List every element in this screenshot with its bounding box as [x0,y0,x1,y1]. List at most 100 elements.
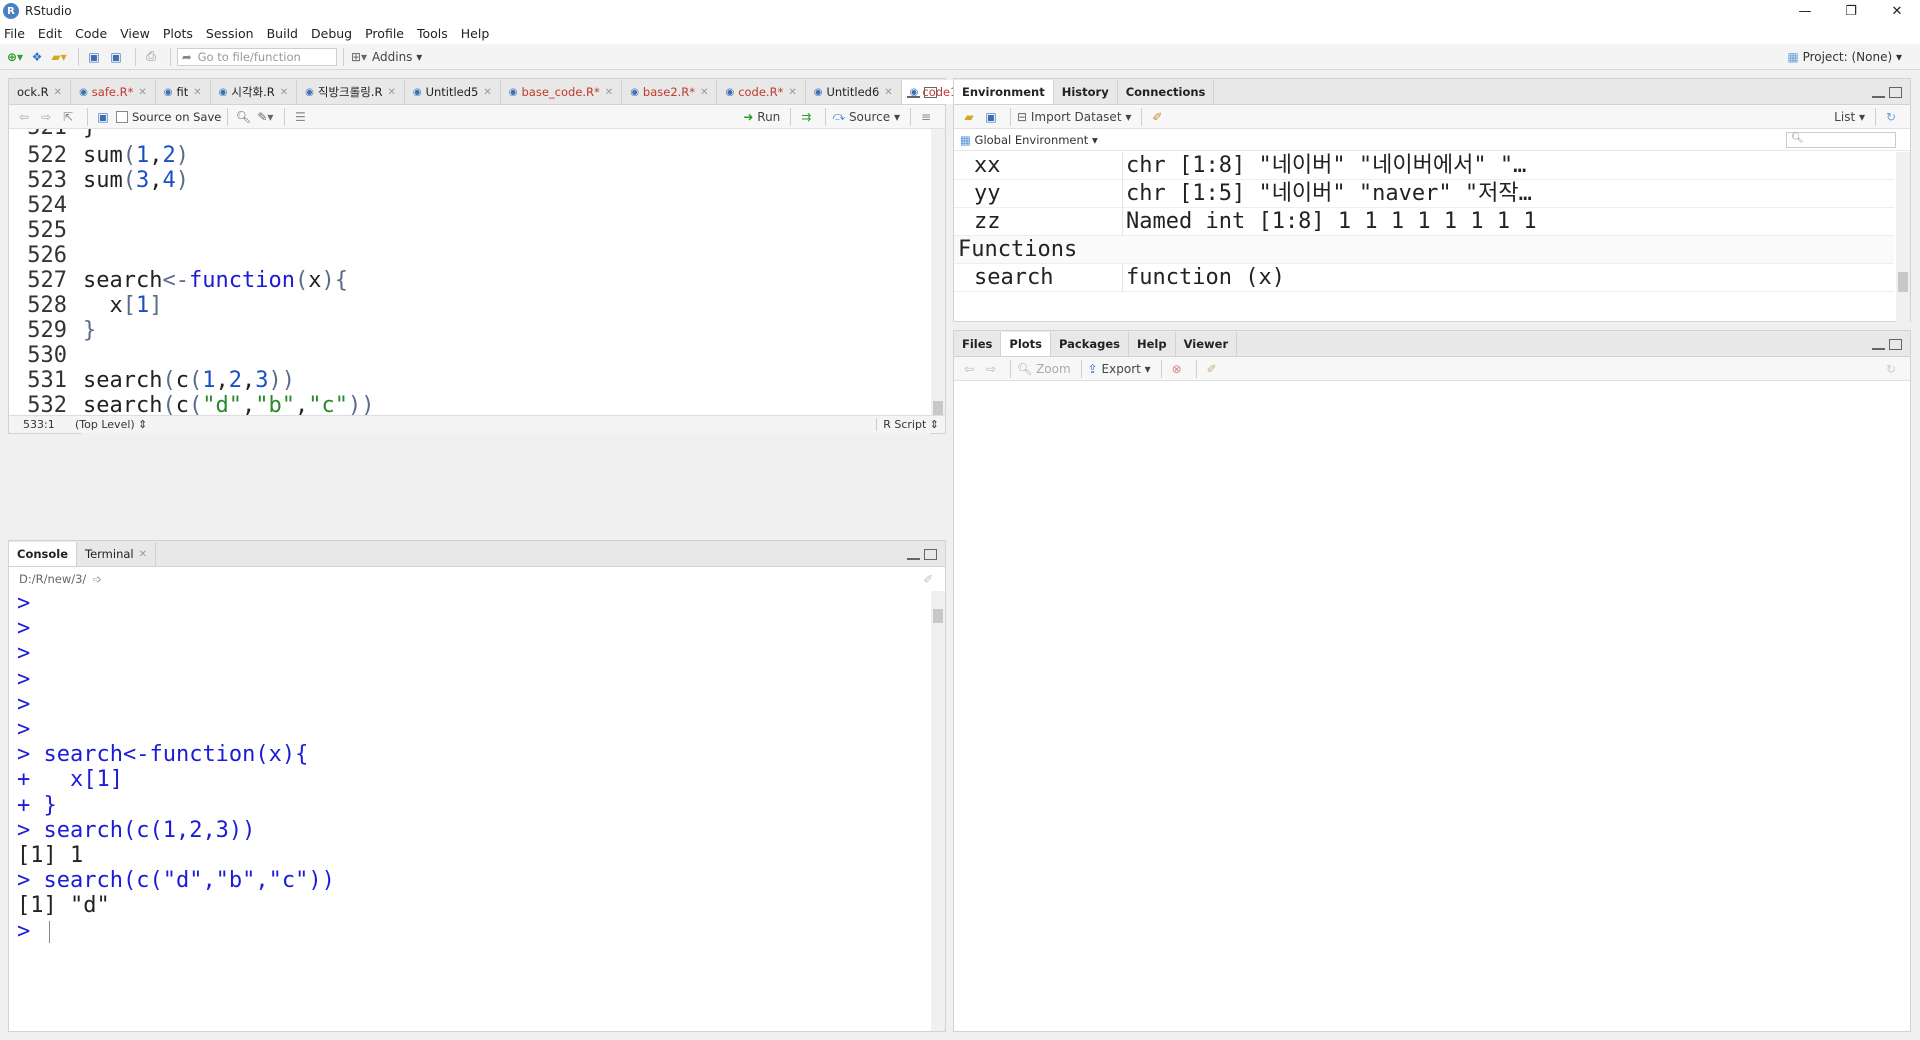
previous-plot-icon[interactable]: ⇦ [960,359,978,379]
save-icon[interactable]: ▣ [94,107,112,127]
minimize-pane-icon[interactable] [907,94,920,98]
export-button[interactable]: ⇪ Export ▾ [1088,359,1151,379]
editor-tab[interactable]: ock.R ✕ [9,80,72,104]
search-icon[interactable]: 🔍︎ [234,107,252,127]
close-icon[interactable]: ✕ [387,87,395,98]
addins-menu[interactable]: Addins ▾ [372,47,422,67]
refresh-icon[interactable]: ↻ [1882,359,1900,379]
forward-icon[interactable]: ⇨ [37,107,55,127]
menu-debug[interactable]: Debug [311,26,352,41]
code-tools-icon[interactable]: ✎▾ [256,107,274,127]
close-icon[interactable]: ✕ [605,87,613,98]
environment-function-row[interactable]: search function (x) [954,264,1894,292]
document-outline-icon[interactable]: ☰ [291,107,309,127]
tab-terminal[interactable]: Terminal ✕ [77,542,157,566]
clear-plots-icon[interactable]: ✐ [1203,359,1221,379]
save-icon[interactable]: ▣ [85,47,103,67]
editor-tab[interactable]: ◉ 직방크롤링.R ✕ [297,80,405,104]
environment-scope-dropdown[interactable]: ▦ Global Environment ▾ [960,133,1098,147]
import-dataset-button[interactable]: ⊟ Import Dataset ▾ [1017,107,1131,127]
clear-console-icon[interactable]: ✐ [923,572,933,586]
menu-session[interactable]: Session [206,26,254,41]
maximize-pane-icon[interactable] [1889,339,1902,350]
editor-tab[interactable]: ◉ Untitled5 ✕ [405,80,501,104]
tab-history[interactable]: History [1054,80,1118,104]
rerun-icon[interactable]: ⇉ [797,107,815,127]
menu-tools[interactable]: Tools [417,26,448,41]
print-icon[interactable]: ⎙ [142,47,160,67]
menu-plots[interactable]: Plots [163,26,193,41]
view-mode-dropdown[interactable]: List ▾ [1834,107,1865,127]
environment-row[interactable]: zz Named int [1:8] 1 1 1 1 1 1 1 1 [954,208,1894,236]
minimize-pane-icon[interactable] [1872,346,1885,350]
next-plot-icon[interactable]: ⇨ [982,359,1000,379]
close-icon[interactable]: ✕ [193,87,201,98]
maximize-pane-icon[interactable] [924,549,937,560]
tab-help[interactable]: Help [1129,332,1176,356]
tab-connections[interactable]: Connections [1118,80,1215,104]
remove-plot-icon[interactable]: ⊗ [1168,359,1186,379]
editor-tab[interactable]: ◉ Untitled6 ✕ [806,80,902,104]
editor-tab[interactable]: ◉ fit ✕ [156,80,211,104]
minimize-pane-icon[interactable] [1872,94,1885,98]
close-icon[interactable]: ✕ [700,87,708,98]
refresh-icon[interactable]: ↻ [1882,107,1900,127]
editor-tab[interactable]: ◉ 시각화.R ✕ [211,80,298,104]
environment-search-input[interactable]: 🔍︎ [1786,131,1896,148]
zoom-button[interactable]: 🔍︎ Zoom [1017,359,1071,379]
menu-help[interactable]: Help [461,26,490,41]
menu-edit[interactable]: Edit [38,26,62,41]
editor-tab[interactable]: ◉ base2.R* ✕ [622,80,718,104]
environment-row[interactable]: xx chr [1:8] "네이버" "네이버에서" "… [954,152,1894,180]
tab-environment[interactable]: Environment [954,80,1054,104]
close-icon[interactable]: ✕ [138,87,146,98]
editor-tab[interactable]: ◉ safe.R* ✕ [71,80,156,104]
editor-text-area[interactable]: 521} 522 sum(1,2) 523 sum(3,4) 524525526527 se… [9,129,929,419]
file-type-selector[interactable]: R Script ⇕ [876,418,939,431]
tab-viewer[interactable]: Viewer [1176,332,1238,356]
restore-button[interactable]: ❐ [1828,0,1874,22]
close-icon[interactable]: ✕ [54,87,62,98]
editor-tab[interactable]: ◉ code.R* ✕ [717,80,806,104]
load-workspace-icon[interactable]: ▰ [960,107,978,127]
close-icon[interactable]: ✕ [280,87,288,98]
new-project-icon[interactable]: ❖ [28,47,46,67]
close-button[interactable]: ✕ [1874,0,1920,22]
clear-workspace-icon[interactable]: ✐ [1148,107,1166,127]
show-in-window-icon[interactable]: ⇱ [59,107,77,127]
close-icon[interactable]: ✕ [884,87,892,98]
menu-profile[interactable]: Profile [365,26,404,41]
tab-packages[interactable]: Packages [1051,332,1129,356]
project-menu[interactable]: ▦ Project: (None) ▾ [1787,50,1902,64]
tab-plots[interactable]: Plots [1001,332,1052,356]
maximize-pane-icon[interactable] [924,87,937,98]
scope-selector[interactable]: (Top Level) ⇕ [75,418,147,431]
tab-console[interactable]: Console [9,542,78,566]
outline-icon[interactable]: ≡ [917,107,935,127]
menu-build[interactable]: Build [267,26,298,41]
console-output[interactable]: > > > > > > > search<-function(x){+ x[1]… [9,591,929,1031]
minimize-pane-icon[interactable] [907,556,920,560]
workspace-panes-icon[interactable]: ⊞▾ [350,47,368,67]
environment-row[interactable]: yy chr [1:5] "네이버" "naver" "저작… [954,180,1894,208]
save-workspace-icon[interactable]: ▣ [982,107,1000,127]
close-icon[interactable]: ✕ [788,87,796,98]
environment-vertical-scrollbar[interactable] [1896,152,1910,322]
back-icon[interactable]: ⇦ [15,107,33,127]
go-to-directory-icon[interactable]: ➩ [92,572,102,586]
save-all-icon[interactable]: ▣ [107,47,125,67]
source-button[interactable]: ⤼ Source ▾ [832,107,900,127]
run-button[interactable]: ➜ Run [743,107,780,127]
minimize-button[interactable]: — [1782,0,1828,22]
editor-tab[interactable]: ◉ base_code.R* ✕ [501,80,623,104]
maximize-pane-icon[interactable] [1889,87,1902,98]
console-vertical-scrollbar[interactable] [931,591,945,1031]
menu-code[interactable]: Code [75,26,107,41]
source-on-save-checkbox[interactable] [116,110,128,123]
menu-view[interactable]: View [120,26,150,41]
tab-files[interactable]: Files [954,332,1002,356]
editor-vertical-scrollbar[interactable] [931,129,945,419]
close-icon[interactable]: ✕ [139,549,147,560]
close-icon[interactable]: ✕ [483,87,491,98]
open-file-icon[interactable]: ▰▾ [50,47,68,67]
